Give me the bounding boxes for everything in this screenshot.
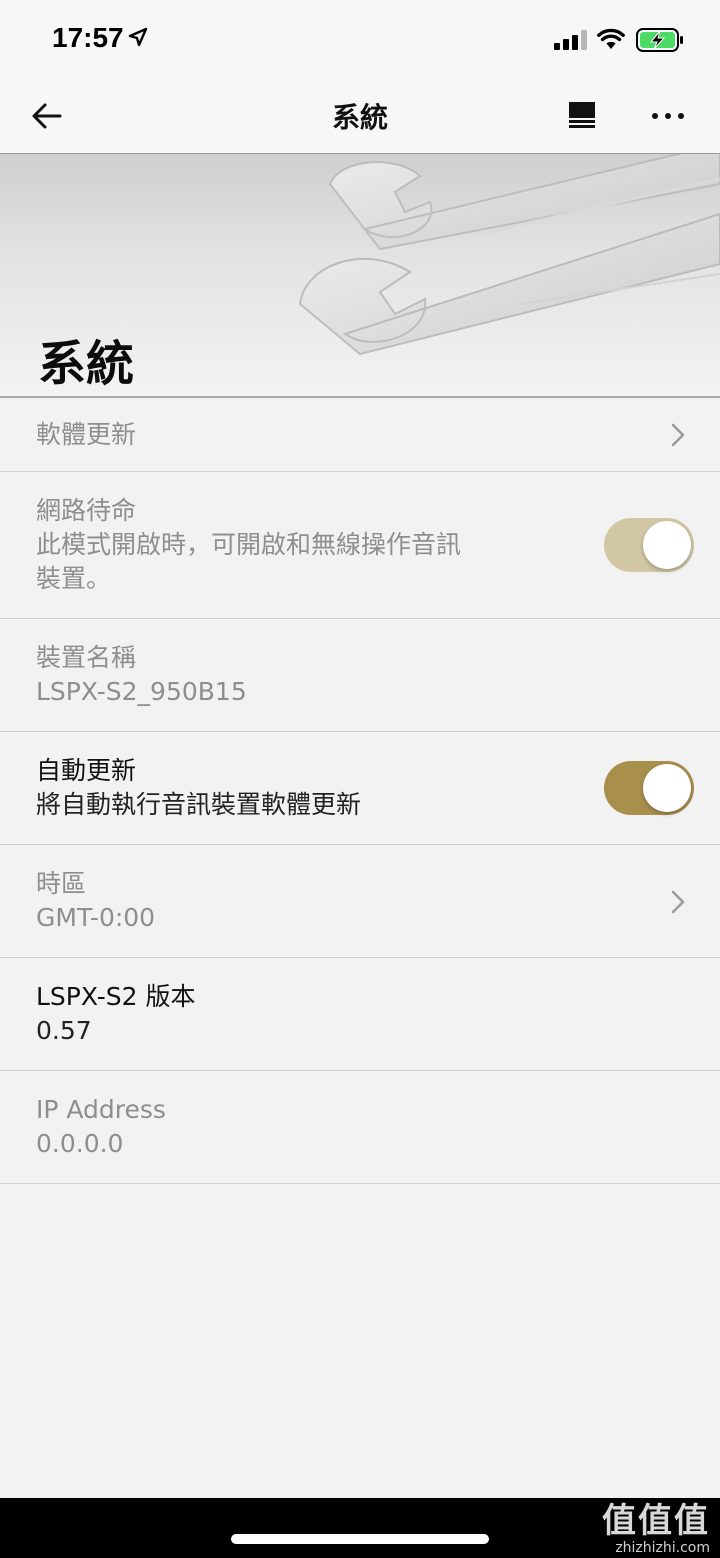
settings-list: 軟體更新 網路待命 此模式開啟時，可開啟和無線操作音訊 裝置。 裝置名稱 LSP… xyxy=(0,398,720,1184)
playback-queue-icon[interactable] xyxy=(566,100,598,132)
version-value: 0.57 xyxy=(36,1016,92,1045)
device-name-value: LSPX-S2_950B15 xyxy=(36,677,247,706)
signal-icon xyxy=(554,30,587,50)
network-standby-row: 網路待命 此模式開啟時，可開啟和無線操作音訊 裝置。 xyxy=(0,472,720,619)
header-banner: 系統 xyxy=(0,154,720,398)
status-time: 17:57 xyxy=(52,22,124,53)
more-icon[interactable] xyxy=(648,100,688,132)
timezone-row[interactable]: 時區 GMT-0:00 xyxy=(0,845,720,958)
back-arrow-icon[interactable] xyxy=(30,99,64,133)
status-bar: 17:57 xyxy=(0,0,720,78)
chevron-right-icon xyxy=(671,890,685,914)
page-title: 系統 xyxy=(38,336,135,392)
ip-address-row: IP Address 0.0.0.0 xyxy=(0,1071,720,1184)
watermark: 值值值 zhizhizhi.com xyxy=(602,1502,710,1556)
device-name-label: 裝置名稱 xyxy=(36,643,137,672)
wifi-icon xyxy=(597,28,625,49)
home-indicator[interactable] xyxy=(231,1534,489,1544)
auto-update-row: 自動更新 將自動執行音訊裝置軟體更新 xyxy=(0,732,720,845)
home-indicator-area: 值值值 zhizhizhi.com xyxy=(0,1498,720,1558)
watermark-logo: 值值值 xyxy=(602,1501,710,1541)
nav-title: 系統 xyxy=(331,101,388,134)
device-name-row: 裝置名稱 LSPX-S2_950B15 xyxy=(0,619,720,732)
auto-update-toggle[interactable] xyxy=(604,761,694,815)
version-row: LSPX-S2 版本 0.57 xyxy=(0,958,720,1071)
software-update-label: 軟體更新 xyxy=(36,420,137,449)
software-update-row[interactable]: 軟體更新 xyxy=(0,398,720,472)
ip-address-label: IP Address xyxy=(36,1095,166,1124)
battery-charging-icon xyxy=(636,28,683,52)
version-label: LSPX-S2 版本 xyxy=(36,982,196,1011)
ip-address-value: 0.0.0.0 xyxy=(36,1129,124,1158)
watermark-url: zhizhizhi.com xyxy=(615,1540,710,1556)
toggle-knob xyxy=(643,521,691,569)
timezone-label: 時區 xyxy=(36,869,87,898)
navigation-bar: 系統 xyxy=(0,78,720,154)
timezone-value: GMT-0:00 xyxy=(36,903,156,932)
toggle-knob xyxy=(643,764,691,812)
network-standby-toggle[interactable] xyxy=(604,518,694,572)
location-arrow-icon xyxy=(128,27,148,47)
chevron-right-icon xyxy=(671,423,685,447)
